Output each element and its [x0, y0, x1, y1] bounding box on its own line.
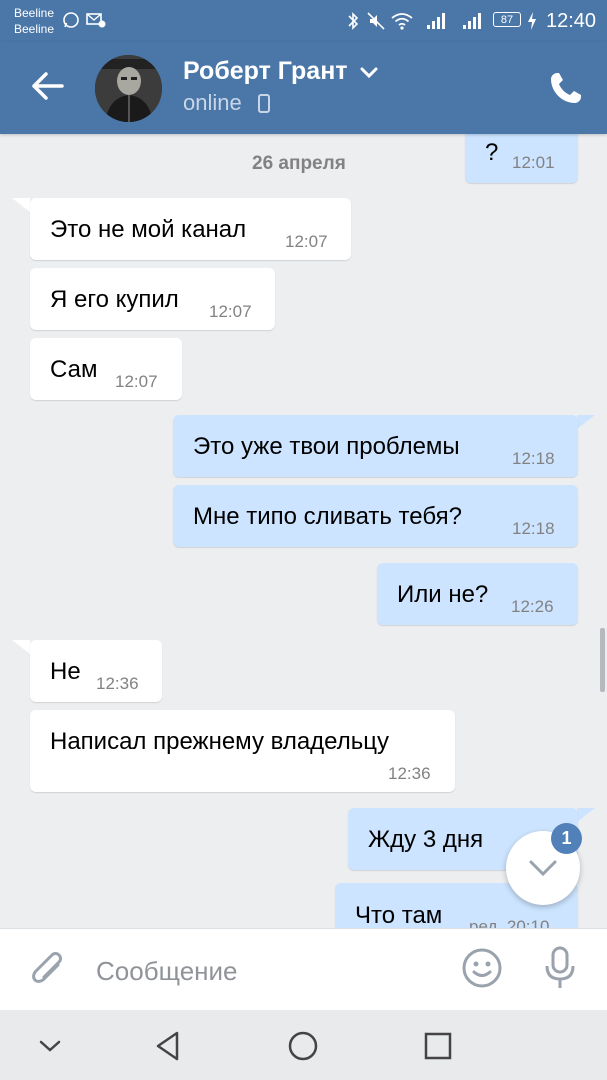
charging-icon [528, 12, 536, 30]
message-bubble[interactable]: Не 12:36 [30, 640, 162, 702]
message-bubble[interactable]: Это уже твои проблемы 12:18 [173, 415, 578, 477]
carrier-label-2: Beeline [14, 22, 55, 36]
message-bubble[interactable]: ? 12:01 [465, 128, 578, 183]
message-text: Сам [50, 356, 98, 383]
mail-settings-icon [86, 13, 106, 28]
avatar[interactable] [95, 55, 162, 122]
wifi-icon [391, 13, 413, 30]
avatar-image [95, 55, 162, 122]
message-text: Или не? [397, 581, 489, 608]
message-text: Это не мой канал [50, 216, 247, 243]
message-text: Жду 3 дня [368, 826, 484, 853]
date-separator: 26 апреля [252, 153, 346, 174]
message-text: ? [485, 139, 499, 166]
message-time: 12:18 [512, 449, 555, 468]
message-time: 12:07 [209, 302, 252, 321]
message-bubble[interactable]: Сам 12:07 [30, 338, 182, 400]
message-bubble[interactable]: Написал прежнему владельцу 12:36 [30, 710, 455, 792]
bluetooth-icon [348, 12, 359, 30]
message-time: 12:07 [115, 372, 158, 391]
bubble-tail [577, 415, 595, 429]
message-bubble[interactable]: Я его купил 12:07 [30, 268, 275, 330]
carrier-label-1: Beeline [14, 6, 55, 20]
status-bar: Beeline Beeline 87 12:40 [0, 0, 607, 42]
nav-back-icon[interactable] [146, 1024, 190, 1068]
mobile-device-icon [258, 94, 270, 113]
message-time: 12:01 [512, 153, 555, 172]
emoji-icon[interactable] [460, 946, 504, 990]
nav-home-icon[interactable] [281, 1024, 325, 1068]
back-arrow-icon[interactable] [26, 64, 70, 108]
phone-icon[interactable] [546, 68, 586, 108]
message-text: Мне типо сливать тебя? [193, 503, 462, 530]
message-bubble[interactable]: Это не мой канал 12:07 [30, 198, 351, 260]
clock: 12:40 [546, 10, 597, 32]
message-time: 12:26 [511, 597, 554, 616]
message-bubble[interactable]: Или не? 12:26 [377, 563, 578, 625]
message-text: Не [50, 658, 81, 685]
message-text: Написал прежнему владельцу [50, 728, 389, 755]
message-time: 12:07 [285, 232, 328, 251]
nav-hide-icon[interactable] [28, 1024, 72, 1068]
battery-indicator: 87 [493, 12, 521, 27]
bubble-tail [12, 640, 30, 654]
signal-icon-1 [427, 13, 445, 29]
message-input[interactable] [96, 953, 436, 989]
chevron-down-icon[interactable] [358, 64, 380, 80]
message-bubble[interactable]: Мне типо сливать тебя? 12:18 [173, 485, 578, 547]
attach-icon[interactable] [28, 949, 68, 993]
unread-badge: 1 [551, 823, 582, 854]
contact-name[interactable]: Роберт Грант [183, 56, 348, 86]
signal-icon-2 [463, 13, 481, 29]
nav-recents-icon[interactable] [416, 1024, 460, 1068]
system-nav-bar [0, 1010, 607, 1080]
message-time: 12:18 [512, 519, 555, 538]
message-text: Я его купил [50, 286, 179, 313]
whatsapp-icon [63, 12, 79, 28]
composer-bar [0, 928, 607, 1011]
message-text: Это уже твои проблемы [193, 433, 460, 460]
mute-icon [367, 12, 385, 30]
bubble-tail [12, 198, 30, 212]
contact-status: online [183, 90, 242, 115]
scrollbar[interactable] [600, 628, 605, 692]
message-time: 12:36 [388, 764, 431, 783]
message-text: Что там [355, 902, 443, 929]
message-time: 12:36 [96, 674, 139, 693]
microphone-icon[interactable] [540, 944, 580, 992]
bubble-tail [577, 808, 595, 822]
chat-header: Роберт Грант online [0, 42, 607, 134]
